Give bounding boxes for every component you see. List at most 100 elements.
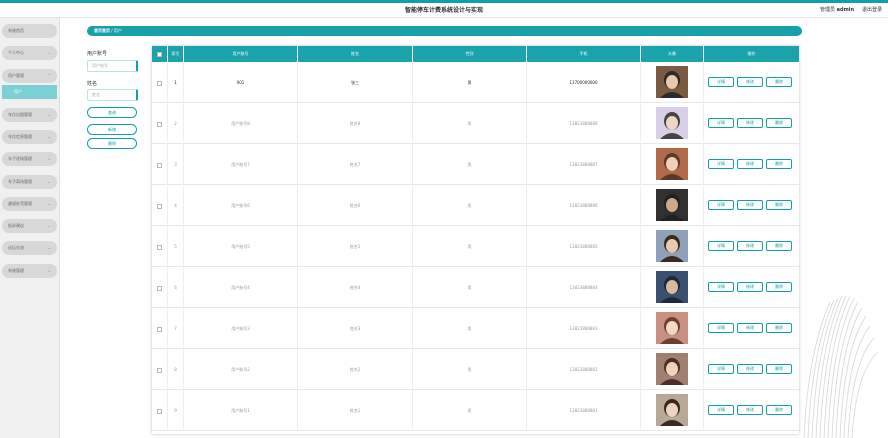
name-filter-input[interactable]: 姓名 (87, 89, 138, 101)
row-edit-button[interactable]: 修改 (737, 200, 763, 210)
row-detail-button[interactable]: 详情 (708, 77, 734, 87)
row-detail-button[interactable]: 详情 (708, 282, 734, 292)
avatar-image (656, 353, 688, 385)
row-detail-button[interactable]: 详情 (708, 241, 734, 251)
row-account: 用户账号3 (184, 308, 298, 349)
chevron-down-icon: ⌄ (47, 268, 51, 273)
sidebar-item-label: 车子离场管理 (8, 179, 32, 184)
breadcrumb-home[interactable]: 首页首页 (94, 28, 110, 33)
chevron-down-icon: ⌄ (47, 50, 51, 55)
sidebar-item-complaints[interactable]: 投诉建议 ⌄ (2, 219, 57, 233)
sidebar-item-label: 系统首页 (8, 28, 24, 33)
batch-delete-button[interactable]: 删除 (87, 138, 137, 149)
checkbox-icon[interactable] (157, 285, 162, 291)
row-detail-button[interactable]: 详情 (708, 364, 734, 374)
checkbox-icon[interactable] (157, 121, 162, 127)
row-delete-button[interactable]: 删除 (766, 364, 792, 374)
row-delete-button[interactable]: 删除 (766, 77, 792, 87)
row-select-cell[interactable] (152, 308, 168, 349)
row-detail-button[interactable]: 详情 (708, 159, 734, 169)
header-avatar: 头像 (641, 46, 704, 62)
sidebar-item-violation[interactable]: 違规处罚管理 ⌄ (2, 197, 57, 211)
row-delete-button[interactable]: 删除 (766, 118, 792, 128)
row-delete-button[interactable]: 删除 (766, 241, 792, 251)
row-delete-button[interactable]: 删除 (766, 323, 792, 333)
row-detail-button[interactable]: 详情 (708, 323, 734, 333)
header-name: 姓名 (298, 46, 413, 62)
account-filter-input[interactable]: 用户账号 (87, 60, 138, 72)
avatar-cell (641, 390, 704, 431)
row-delete-button[interactable]: 删除 (766, 159, 792, 169)
checkbox-icon[interactable] (157, 203, 162, 209)
account-filter-label: 用户账号 (87, 51, 108, 57)
row-index: 9 (168, 390, 184, 431)
sidebar-item-label: 投诉建议 (8, 223, 24, 228)
row-delete-button[interactable]: 删除 (766, 282, 792, 292)
submenu-item-users[interactable]: 用户 (2, 85, 57, 99)
checkbox-icon[interactable] (157, 244, 162, 250)
row-select-cell[interactable] (152, 349, 168, 390)
sidebar-item-user-management[interactable]: 用户管理 ⌃ (2, 69, 57, 83)
checkbox-icon[interactable] (157, 408, 162, 414)
logout-link[interactable]: 退出登录 (862, 6, 882, 13)
sidebar-item-label: 车位出租管理 (8, 112, 32, 117)
row-select-cell[interactable] (152, 185, 168, 226)
row-select-cell[interactable] (152, 103, 168, 144)
row-select-cell[interactable] (152, 267, 168, 308)
header-select-all[interactable] (152, 46, 168, 62)
sidebar-item-profile[interactable]: 个人中心 ⌄ (2, 46, 57, 60)
checkbox-icon[interactable] (157, 367, 162, 373)
header-phone: 手机 (527, 46, 641, 62)
row-select-cell[interactable] (152, 226, 168, 267)
header-index: 索引 (168, 46, 184, 62)
avatar-image (656, 230, 688, 262)
row-detail-button[interactable]: 详情 (708, 118, 734, 128)
row-account: 用户账号8 (184, 103, 298, 144)
row-actions: 详情 修改 删除 (704, 267, 799, 308)
row-select-cell[interactable] (152, 390, 168, 431)
row-account: 用户账号2 (184, 349, 298, 390)
row-name: 姓名8 (298, 103, 413, 144)
row-detail-button[interactable]: 详情 (708, 200, 734, 210)
row-detail-button[interactable]: 详情 (708, 405, 734, 415)
sidebar-item-car-exit[interactable]: 车子离场管理 ⌄ (2, 175, 57, 189)
sidebar-item-label: 车子进场管理 (8, 156, 32, 161)
admin-info: 管理员 admin (820, 6, 854, 13)
checkbox-icon[interactable] (157, 162, 162, 168)
row-name: 张三 (298, 62, 413, 103)
table-row: 7 用户账号3 姓名3 男 13823888883 详情 修改 删除 (152, 308, 799, 349)
row-delete-button[interactable]: 删除 (766, 405, 792, 415)
row-actions: 详情 修改 删除 (704, 390, 799, 431)
add-button[interactable]: 新增 (87, 124, 137, 135)
row-edit-button[interactable]: 修改 (737, 159, 763, 169)
row-select-cell[interactable] (152, 62, 168, 103)
row-edit-button[interactable]: 修改 (737, 118, 763, 128)
checkbox-icon[interactable] (157, 326, 162, 332)
row-name: 姓名3 (298, 308, 413, 349)
sidebar-item-forum[interactable]: 论坛交流 ⌄ (2, 241, 57, 255)
row-edit-button[interactable]: 修改 (737, 241, 763, 251)
row-edit-button[interactable]: 修改 (737, 405, 763, 415)
sidebar-item-home[interactable]: 系统首页 (2, 24, 57, 38)
row-edit-button[interactable]: 修改 (737, 323, 763, 333)
query-button[interactable]: 查询 (87, 107, 137, 118)
sidebar-item-space-rental[interactable]: 车位出租管理 ⌄ (2, 108, 57, 122)
row-account: 001 (184, 62, 298, 103)
avatar-image (656, 148, 688, 180)
checkbox-icon[interactable] (157, 80, 162, 86)
row-delete-button[interactable]: 删除 (766, 200, 792, 210)
row-select-cell[interactable] (152, 144, 168, 185)
row-edit-button[interactable]: 修改 (737, 282, 763, 292)
row-phone: 13700000000 (527, 62, 641, 103)
sidebar: 系统首页 个人中心 ⌄ 用户管理 ⌃ 用户 车位出租管理 ⌄ 车位信息管理 ⌄ 车子进场… (0, 18, 60, 438)
sidebar-item-car-entry[interactable]: 车子进场管理 ⌄ (2, 152, 57, 166)
sidebar-item-space-info[interactable]: 车位信息管理 ⌄ (2, 130, 57, 144)
row-gender: 男 (413, 103, 527, 144)
row-edit-button[interactable]: 修改 (737, 364, 763, 374)
checkbox-icon[interactable] (157, 51, 162, 57)
avatar-image (656, 394, 688, 426)
sidebar-item-system[interactable]: 系统管理 ⌄ (2, 264, 57, 278)
avatar-cell (641, 226, 704, 267)
row-edit-button[interactable]: 修改 (737, 77, 763, 87)
admin-name: admin (836, 7, 855, 13)
